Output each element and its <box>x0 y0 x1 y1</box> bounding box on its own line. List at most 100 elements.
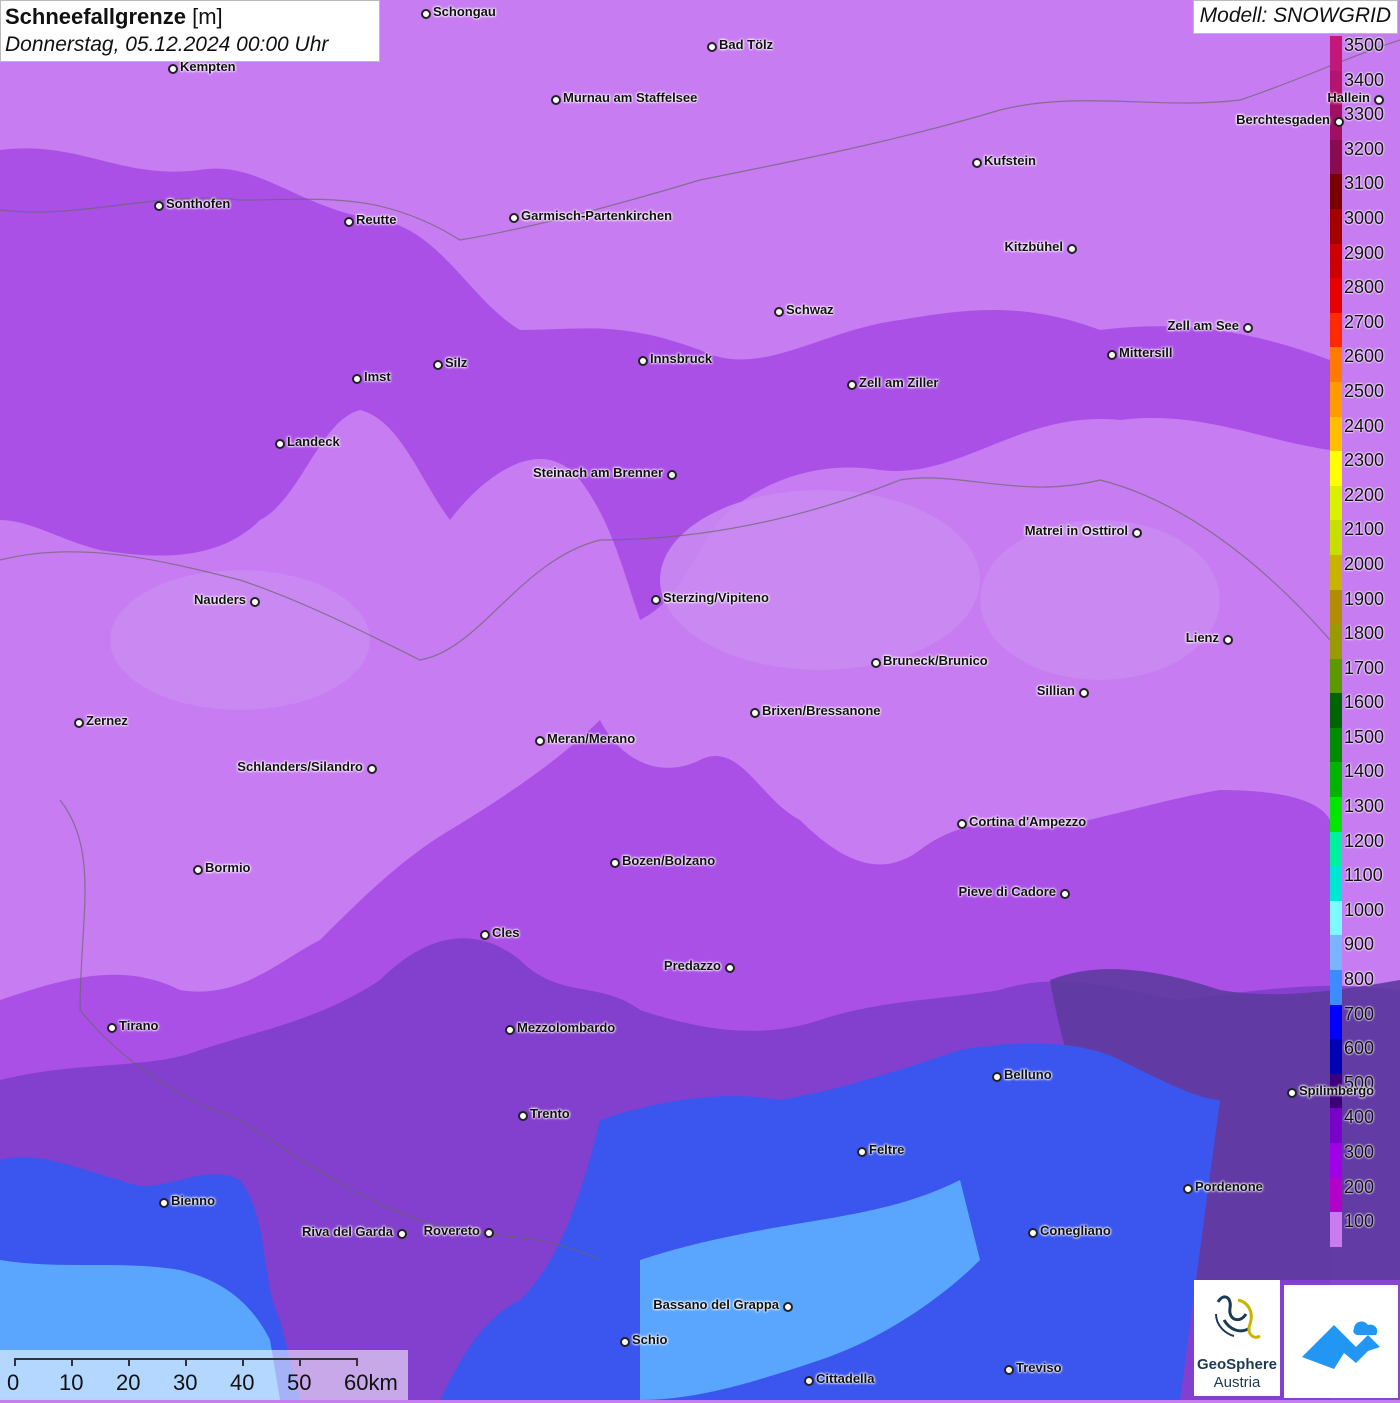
city-label[interactable]: Meran/Merano <box>547 731 635 746</box>
city-label[interactable]: Murnau am Staffelsee <box>563 90 697 105</box>
city-label[interactable]: Schlanders/Silandro <box>237 759 363 774</box>
city-marker-icon[interactable] <box>1079 688 1089 698</box>
city-marker-icon[interactable] <box>74 718 84 728</box>
city-marker-icon[interactable] <box>1132 528 1142 538</box>
city-marker-icon[interactable] <box>193 865 203 875</box>
city-marker-icon[interactable] <box>275 439 285 449</box>
city-marker-icon[interactable] <box>509 213 519 223</box>
city-marker-icon[interactable] <box>159 1198 169 1208</box>
city-label[interactable]: Bozen/Bolzano <box>622 853 715 868</box>
city-marker-icon[interactable] <box>774 307 784 317</box>
city-label[interactable]: Steinach am Brenner <box>533 465 663 480</box>
city-marker-icon[interactable] <box>1374 95 1384 105</box>
city-label[interactable]: Kempten <box>180 59 236 74</box>
city-label[interactable]: Bormio <box>205 860 251 875</box>
city-label[interactable]: Bienno <box>171 1193 215 1208</box>
city-label[interactable]: Bad Tölz <box>719 37 773 52</box>
city-marker-icon[interactable] <box>484 1228 494 1238</box>
city-label[interactable]: Garmisch-Partenkirchen <box>521 208 672 223</box>
city-label[interactable]: Cittadella <box>816 1371 875 1386</box>
city-label[interactable]: Reutte <box>356 212 396 227</box>
city-label[interactable]: Schongau <box>433 4 496 19</box>
city-label[interactable]: Brixen/Bressanone <box>762 703 881 718</box>
city-marker-icon[interactable] <box>107 1023 117 1033</box>
city-marker-icon[interactable] <box>610 858 620 868</box>
city-label[interactable]: Pordenone <box>1195 1179 1263 1194</box>
city-marker-icon[interactable] <box>620 1337 630 1347</box>
city-marker-icon[interactable] <box>972 158 982 168</box>
city-marker-icon[interactable] <box>168 64 178 74</box>
city-marker-icon[interactable] <box>667 470 677 480</box>
city-marker-icon[interactable] <box>725 963 735 973</box>
city-marker-icon[interactable] <box>352 374 362 384</box>
city-marker-icon[interactable] <box>535 736 545 746</box>
city-label[interactable]: Landeck <box>287 434 340 449</box>
city-marker-icon[interactable] <box>707 42 717 52</box>
city-marker-icon[interactable] <box>551 95 561 105</box>
city-label[interactable]: Pieve di Cadore <box>958 884 1056 899</box>
city-label[interactable]: Innsbruck <box>650 351 712 366</box>
city-marker-icon[interactable] <box>750 708 760 718</box>
city-marker-icon[interactable] <box>1287 1088 1297 1098</box>
city-label[interactable]: Sterzing/Vipiteno <box>663 590 769 605</box>
city-label[interactable]: Bruneck/Brunico <box>883 653 988 668</box>
city-marker-icon[interactable] <box>957 819 967 829</box>
city-label[interactable]: Zell am See <box>1167 318 1239 333</box>
city-marker-icon[interactable] <box>480 930 490 940</box>
city-marker-icon[interactable] <box>783 1302 793 1312</box>
city-marker-icon[interactable] <box>250 597 260 607</box>
city-marker-icon[interactable] <box>1334 117 1344 127</box>
city-marker-icon[interactable] <box>505 1025 515 1035</box>
city-marker-icon[interactable] <box>1028 1228 1038 1238</box>
city-label[interactable]: Predazzo <box>664 958 721 973</box>
city-marker-icon[interactable] <box>871 658 881 668</box>
city-label[interactable]: Lienz <box>1186 630 1219 645</box>
city-marker-icon[interactable] <box>1060 889 1070 899</box>
city-label[interactable]: Schwaz <box>786 302 834 317</box>
city-label[interactable]: Kufstein <box>984 153 1036 168</box>
city-label[interactable]: Silz <box>445 355 467 370</box>
city-label[interactable]: Berchtesgaden <box>1236 112 1330 127</box>
city-marker-icon[interactable] <box>518 1111 528 1121</box>
city-marker-icon[interactable] <box>421 9 431 19</box>
city-marker-icon[interactable] <box>992 1072 1002 1082</box>
city-label[interactable]: Cles <box>492 925 519 940</box>
city-marker-icon[interactable] <box>847 380 857 390</box>
city-marker-icon[interactable] <box>1223 635 1233 645</box>
city-marker-icon[interactable] <box>1107 350 1117 360</box>
city-label[interactable]: Feltre <box>869 1142 904 1157</box>
app-logo[interactable] <box>1284 1285 1398 1398</box>
city-marker-icon[interactable] <box>857 1147 867 1157</box>
city-marker-icon[interactable] <box>433 360 443 370</box>
city-marker-icon[interactable] <box>1243 323 1253 333</box>
city-marker-icon[interactable] <box>344 217 354 227</box>
city-marker-icon[interactable] <box>804 1376 814 1386</box>
geosphere-logo[interactable]: GeoSphere Austria <box>1194 1280 1280 1396</box>
city-label[interactable]: Bassano del Grappa <box>653 1297 779 1312</box>
city-label[interactable]: Hallein <box>1327 90 1370 105</box>
city-marker-icon[interactable] <box>397 1229 407 1239</box>
city-label[interactable]: Trento <box>530 1106 570 1121</box>
city-marker-icon[interactable] <box>1183 1184 1193 1194</box>
city-marker-icon[interactable] <box>1004 1365 1014 1375</box>
city-label[interactable]: Zernez <box>86 713 128 728</box>
city-label[interactable]: Conegliano <box>1040 1223 1111 1238</box>
city-marker-icon[interactable] <box>651 595 661 605</box>
city-marker-icon[interactable] <box>367 764 377 774</box>
city-label[interactable]: Sillian <box>1037 683 1075 698</box>
city-label[interactable]: Imst <box>364 369 391 384</box>
city-label[interactable]: Matrei in Osttirol <box>1025 523 1128 538</box>
city-marker-icon[interactable] <box>154 201 164 211</box>
city-label[interactable]: Spilimbergo <box>1299 1083 1374 1098</box>
city-label[interactable]: Zell am Ziller <box>859 375 938 390</box>
city-label[interactable]: Kitzbühel <box>1005 239 1064 254</box>
city-label[interactable]: Tirano <box>119 1018 159 1033</box>
city-label[interactable]: Mittersill <box>1119 345 1172 360</box>
city-label[interactable]: Mezzolombardo <box>517 1020 615 1035</box>
city-label[interactable]: Cortina d'Ampezzo <box>969 814 1086 829</box>
city-label[interactable]: Sonthofen <box>166 196 230 211</box>
city-marker-icon[interactable] <box>1067 244 1077 254</box>
city-label[interactable]: Nauders <box>194 592 246 607</box>
city-label[interactable]: Treviso <box>1016 1360 1062 1375</box>
city-label[interactable]: Rovereto <box>424 1223 480 1238</box>
